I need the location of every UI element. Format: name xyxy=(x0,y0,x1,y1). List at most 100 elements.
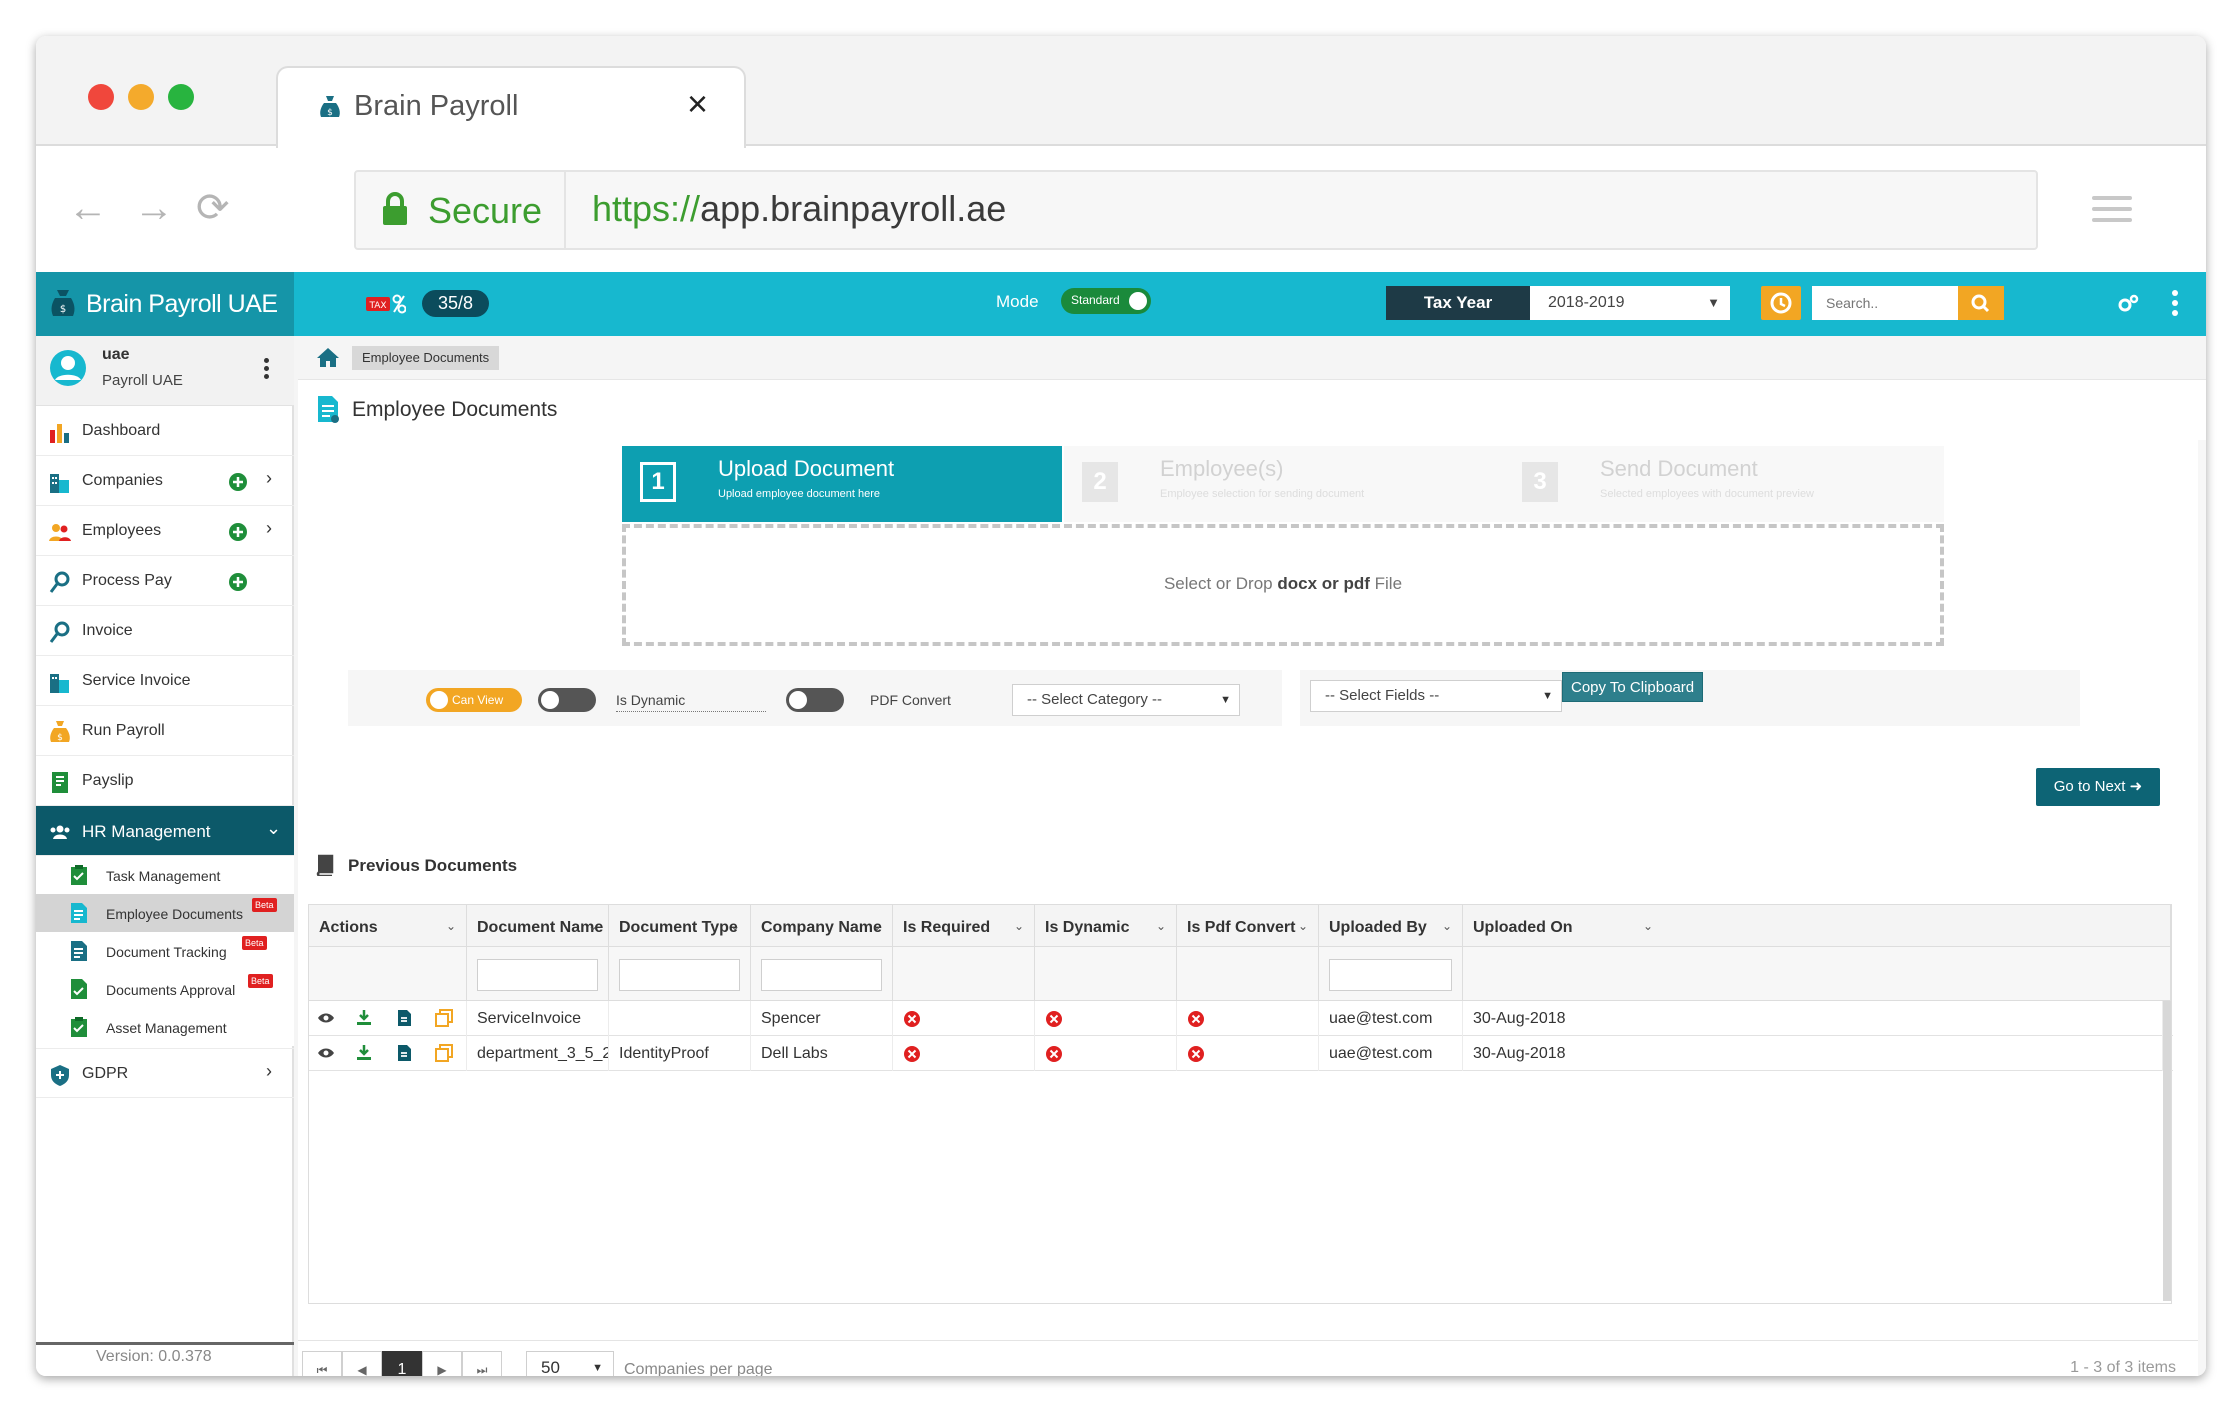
pdf-convert-toggle[interactable] xyxy=(786,688,844,712)
edit-document-icon[interactable] xyxy=(395,1044,413,1062)
page-number-button[interactable]: 1 xyxy=(382,1351,422,1376)
breadcrumb-current[interactable]: Employee Documents xyxy=(352,346,500,370)
copy-icon[interactable] xyxy=(435,1009,453,1027)
table-row[interactable]: department_3_5_201... IdentityProof Dell… xyxy=(309,1036,2173,1071)
sidebar-item-hr-management[interactable]: HR Management ⌄ xyxy=(36,806,294,856)
view-eye-icon[interactable] xyxy=(317,1044,335,1062)
column-header-is-pdf-convert[interactable]: Is Pdf Convert ⌄ xyxy=(1177,905,1319,947)
forward-arrow-icon[interactable]: → xyxy=(134,188,174,228)
secure-indicator[interactable]: Secure xyxy=(356,172,566,248)
window-close-button[interactable] xyxy=(88,84,114,110)
history-button[interactable] xyxy=(1761,286,1801,320)
table-row[interactable]: ServiceInvoice Spencer uae@test.com 30-A… xyxy=(309,1001,2173,1036)
browser-menu-icon[interactable] xyxy=(2092,196,2132,222)
column-header-uploaded-on[interactable]: Uploaded On ⌄ xyxy=(1463,905,2171,947)
view-eye-icon[interactable] xyxy=(317,1009,335,1027)
step-send-document[interactable]: 3 Send Document Selected employees with … xyxy=(1504,446,1944,522)
table-scrollbar[interactable] xyxy=(2163,1001,2171,1301)
is-dynamic-toggle[interactable] xyxy=(538,688,596,712)
column-header-is-required[interactable]: Is Required ⌄ xyxy=(893,905,1035,947)
reload-icon[interactable]: ⟳ xyxy=(196,188,230,228)
chevron-down-icon[interactable]: ⌄ xyxy=(1014,919,1024,933)
url-text[interactable]: https://app.brainpayroll.ae xyxy=(592,188,1006,230)
window-maximize-button[interactable] xyxy=(168,84,194,110)
file-dropzone[interactable]: Select or Drop docx or pdf File xyxy=(622,524,1944,646)
filter-document-type-input[interactable] xyxy=(619,959,740,991)
sidebar-subitem-documents-approval[interactable]: Documents Approval Beta xyxy=(36,970,294,1008)
fields-select[interactable]: -- Select Fields -- ▼ xyxy=(1310,680,1562,712)
go-to-next-button[interactable]: Go to Next ➜ xyxy=(2036,768,2160,806)
address-bar[interactable]: Secure https://app.brainpayroll.ae xyxy=(354,170,2038,250)
avatar[interactable] xyxy=(48,348,88,388)
back-arrow-icon[interactable]: ← xyxy=(68,188,108,228)
tax-icon[interactable]: TAX xyxy=(366,292,406,316)
next-page-button[interactable]: ▶ xyxy=(422,1351,462,1376)
home-icon[interactable] xyxy=(316,346,340,368)
column-header-uploaded-by[interactable]: Uploaded By ⌄ xyxy=(1319,905,1463,947)
sidebar-subitem-employee-documents[interactable]: Employee Documents Beta xyxy=(36,894,294,932)
sidebar-item-process-pay[interactable]: Process Pay xyxy=(36,556,294,606)
search-button[interactable] xyxy=(1958,286,2004,320)
search-input[interactable] xyxy=(1812,286,1958,320)
edit-document-icon[interactable] xyxy=(395,1009,413,1027)
chevron-down-icon[interactable]: ⌄ xyxy=(1643,919,1653,933)
cell-is-required xyxy=(893,1036,1035,1071)
sidebar-item-run-payroll[interactable]: $ Run Payroll xyxy=(36,706,294,756)
chevron-down-icon[interactable]: ⌄ xyxy=(446,919,456,933)
step-employees[interactable]: 2 Employee(s) Employee selection for sen… xyxy=(1064,446,1504,522)
step-number: 3 xyxy=(1522,462,1558,502)
user-menu-icon[interactable] xyxy=(264,358,270,382)
prev-page-button[interactable]: ◀ xyxy=(342,1351,382,1376)
add-employee-icon[interactable] xyxy=(228,522,248,542)
column-header-document-type[interactable]: Document Type ⌄ xyxy=(609,905,751,947)
mode-toggle[interactable]: Standard xyxy=(1061,288,1151,314)
copy-to-clipboard-button[interactable]: Copy To Clipboard xyxy=(1562,672,1704,702)
first-page-button[interactable]: ⏮ xyxy=(302,1351,342,1376)
sidebar-subitem-document-tracking[interactable]: Document Tracking Beta xyxy=(36,932,294,970)
column-header-document-name[interactable]: Document Name ⌄ xyxy=(467,905,609,947)
step-subtitle: Upload employee document here xyxy=(718,488,881,500)
tax-year-select[interactable]: 2018-2019 ▼ xyxy=(1530,286,1730,320)
chevron-down-icon[interactable]: ⌄ xyxy=(1298,919,1308,933)
column-header-is-dynamic[interactable]: Is Dynamic ⌄ xyxy=(1035,905,1177,947)
chevron-right-icon[interactable]: › xyxy=(266,518,272,539)
filter-company-name-input[interactable] xyxy=(761,959,882,991)
column-header-company-name[interactable]: Company Name ⌄ xyxy=(751,905,893,947)
browser-tab[interactable]: $ Brain Payroll × xyxy=(276,66,746,148)
settings-gear-icon[interactable] xyxy=(2116,292,2140,316)
topbar-more-icon[interactable] xyxy=(2172,290,2180,316)
tab-close-icon[interactable]: × xyxy=(687,86,708,122)
last-page-button[interactable]: ⏭ xyxy=(462,1351,502,1376)
chevron-down-icon[interactable]: ⌄ xyxy=(730,919,740,933)
chevron-down-icon[interactable]: ⌄ xyxy=(588,919,598,933)
sidebar-subitem-task-management[interactable]: Task Management xyxy=(36,856,294,894)
can-view-toggle[interactable]: Can View xyxy=(426,688,522,712)
sidebar-item-companies[interactable]: Companies › xyxy=(36,456,294,506)
chevron-down-icon[interactable]: ⌄ xyxy=(266,818,281,839)
sidebar-item-invoice[interactable]: Invoice xyxy=(36,606,294,656)
sidebar-item-service-invoice[interactable]: Service Invoice xyxy=(36,656,294,706)
chevron-right-icon[interactable]: › xyxy=(266,1061,272,1082)
chevron-down-icon[interactable]: ⌄ xyxy=(872,919,882,933)
download-icon[interactable] xyxy=(355,1009,373,1027)
sidebar-item-dashboard[interactable]: Dashboard xyxy=(36,406,294,456)
filter-uploaded-by-input[interactable] xyxy=(1329,959,1452,991)
sidebar-item-gdpr[interactable]: GDPR › xyxy=(36,1048,294,1098)
sidebar-subitem-asset-management[interactable]: Asset Management xyxy=(36,1008,294,1046)
window-minimize-button[interactable] xyxy=(128,84,154,110)
copy-icon[interactable] xyxy=(435,1044,453,1062)
step-upload-document[interactable]: 1 Upload Document Upload employee docume… xyxy=(622,446,1062,522)
brand[interactable]: $ Brain Payroll UAE xyxy=(36,272,294,336)
sidebar-item-payslip[interactable]: Payslip xyxy=(36,756,294,806)
chevron-down-icon[interactable]: ⌄ xyxy=(1442,919,1452,933)
add-process-pay-icon[interactable] xyxy=(228,572,248,592)
chevron-right-icon[interactable]: › xyxy=(266,468,272,489)
add-company-icon[interactable] xyxy=(228,472,248,492)
filter-document-name-input[interactable] xyxy=(477,959,598,991)
page-size-select[interactable]: 50 ▼ xyxy=(526,1351,614,1376)
sidebar-item-employees[interactable]: Employees › xyxy=(36,506,294,556)
column-header-actions[interactable]: Actions ⌄ xyxy=(309,905,467,947)
chevron-down-icon[interactable]: ⌄ xyxy=(1156,919,1166,933)
download-icon[interactable] xyxy=(355,1044,373,1062)
category-select[interactable]: -- Select Category -- ▼ xyxy=(1012,684,1240,716)
